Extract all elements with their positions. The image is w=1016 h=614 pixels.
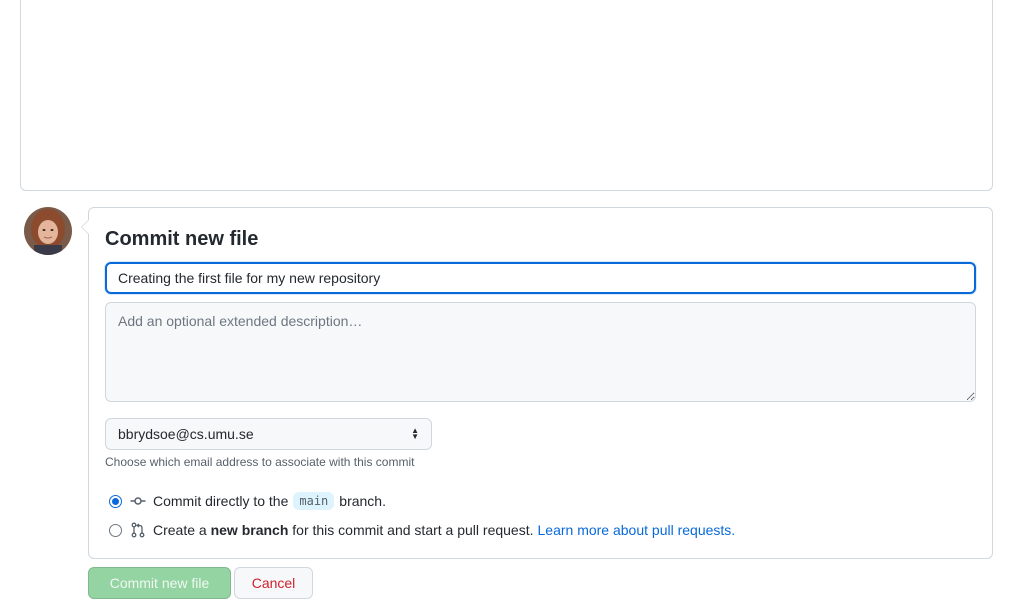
learn-more-pull-requests-link[interactable]: Learn more about pull requests.	[538, 522, 736, 538]
git-pull-request-icon	[131, 522, 145, 538]
radio-commit-direct[interactable]	[109, 494, 122, 508]
branch-name-chip: main	[293, 492, 335, 510]
email-select[interactable]: bbrydsoe@cs.umu.se ▲ ▼	[105, 418, 432, 450]
email-hint: Choose which email address to associate …	[105, 455, 415, 469]
option-direct-suffix: branch.	[339, 493, 386, 509]
select-arrows-icon: ▲ ▼	[411, 426, 419, 441]
radio-new-branch[interactable]	[109, 523, 122, 537]
git-commit-icon	[130, 497, 146, 505]
option-new-branch[interactable]: Create a new branch for this commit and …	[109, 522, 735, 538]
avatar	[24, 207, 72, 255]
option-commit-direct[interactable]: Commit directly to the main branch.	[109, 492, 386, 510]
commit-new-file-button[interactable]: Commit new file	[88, 567, 231, 599]
option-new-suffix: for this commit and start a pull request…	[292, 522, 534, 538]
cancel-button[interactable]: Cancel	[234, 567, 313, 599]
email-select-value: bbrydsoe@cs.umu.se	[118, 426, 254, 442]
commit-description-input[interactable]	[105, 302, 976, 402]
option-direct-prefix: Commit directly to the	[153, 493, 289, 509]
commit-summary-input[interactable]	[105, 262, 976, 294]
commit-form: Commit new file bbrydsoe@cs.umu.se ▲▼ Ch…	[81, 207, 993, 559]
file-editor-area[interactable]	[20, 0, 993, 191]
commit-title: Commit new file	[105, 228, 259, 250]
option-new-bold: new branch	[210, 522, 289, 538]
option-new-prefix: Create a	[153, 522, 207, 538]
